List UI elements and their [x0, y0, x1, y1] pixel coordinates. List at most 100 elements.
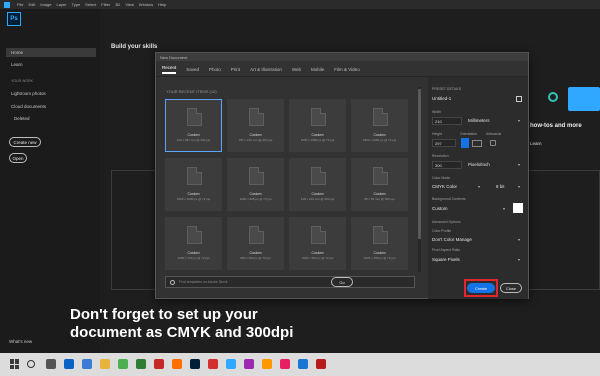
- tab-web[interactable]: Web: [292, 67, 301, 72]
- search-icon[interactable]: [27, 360, 35, 368]
- artboards-checkbox[interactable]: [490, 140, 496, 146]
- tab-art-illustration[interactable]: Art & Illustration: [250, 67, 282, 72]
- preset-details-heading: PRESET DETAILS: [432, 87, 462, 91]
- dialog-tabs: Recent Saved Photo Print Art & Illustrat…: [156, 62, 528, 77]
- recent-item-card[interactable]: Custom 210 x 297 mm @ 300 ppi: [165, 99, 222, 152]
- chrome-icon[interactable]: [118, 359, 128, 369]
- menu-image[interactable]: Image: [40, 2, 51, 7]
- recent-item-card[interactable]: Custom 1500 x 500 px @ 72 ppi: [289, 217, 346, 270]
- recent-item-card[interactable]: Custom 1920 x 1080 px @ 72 ppi: [351, 99, 408, 152]
- preset-details-panel: PRESET DETAILS Untitled-1 Width 210 Mill…: [428, 77, 528, 299]
- color-mode-label: Color Mode: [432, 176, 451, 180]
- close-button[interactable]: Close: [500, 283, 522, 293]
- ps-mini-icon: [4, 1, 10, 8]
- sidebar-item-cloud-docs[interactable]: Cloud documents: [11, 104, 46, 109]
- app-icon[interactable]: [64, 359, 74, 369]
- app-icon[interactable]: [280, 359, 290, 369]
- tab-film-video[interactable]: Film & Video: [334, 67, 359, 72]
- menu-bar: File Edit Image Layer Type Select Filter…: [0, 0, 600, 9]
- menu-3d[interactable]: 3D: [115, 2, 120, 7]
- sidebar-item-deleted[interactable]: Deleted: [14, 116, 30, 121]
- menu-edit[interactable]: Edit: [28, 2, 35, 7]
- menu-window[interactable]: Window: [139, 2, 153, 7]
- color-profile-select[interactable]: Don't Color Manage: [432, 237, 472, 242]
- menu-select[interactable]: Select: [85, 2, 96, 7]
- tab-print[interactable]: Print: [231, 67, 240, 72]
- app-icon[interactable]: [172, 359, 182, 369]
- recent-item-card[interactable]: Custom 800 x 600 px @ 72 ppi: [227, 217, 284, 270]
- recent-item-card[interactable]: Custom 1024 x 768 px @ 72 ppi: [351, 217, 408, 270]
- file-explorer-icon[interactable]: [100, 359, 110, 369]
- recent-item-card[interactable]: Custom 85 x 55 mm @ 300 ppi: [351, 158, 408, 211]
- menu-filter[interactable]: Filter: [101, 2, 110, 7]
- app-icon[interactable]: [154, 359, 164, 369]
- tab-saved[interactable]: Saved: [186, 67, 199, 72]
- open-button[interactable]: Open: [9, 153, 27, 163]
- color-profile-label: Color Profile: [432, 229, 452, 233]
- photoshop-taskbar-icon[interactable]: [190, 359, 200, 369]
- app-icon[interactable]: [82, 359, 92, 369]
- document-icon: [187, 226, 202, 244]
- tutorial-caption: Don't forget to set up your document as …: [70, 306, 550, 342]
- orientation-label: Orientation: [460, 132, 478, 136]
- background-color-swatch[interactable]: [513, 203, 523, 213]
- app-icon[interactable]: [136, 359, 146, 369]
- windows-start-icon[interactable]: [10, 359, 20, 369]
- app-icon[interactable]: [298, 359, 308, 369]
- new-document-dialog: New Document Recent Saved Photo Print Ar…: [155, 52, 529, 299]
- background-contents-select[interactable]: Custom: [432, 206, 448, 211]
- color-mode-select[interactable]: CMYK Color: [432, 184, 457, 189]
- pixel-aspect-select[interactable]: Square Pixels: [432, 257, 460, 262]
- app-icon[interactable]: [244, 359, 254, 369]
- resolution-input[interactable]: 300: [432, 161, 462, 169]
- width-input[interactable]: 210: [432, 117, 462, 125]
- task-view-icon[interactable]: [46, 359, 56, 369]
- create-button[interactable]: Create: [467, 283, 495, 293]
- app-icon[interactable]: [226, 359, 236, 369]
- bit-depth-select[interactable]: 8 bit: [496, 184, 505, 189]
- tab-recent[interactable]: Recent: [162, 65, 177, 74]
- tab-photo[interactable]: Photo: [209, 67, 221, 72]
- go-button[interactable]: Go: [331, 277, 353, 287]
- card-size: 1200 x 628 px @ 72 ppi: [239, 197, 272, 201]
- stock-search-input[interactable]: Find templates on Adobe Stock: [165, 276, 415, 288]
- tab-mobile[interactable]: Mobile: [311, 67, 324, 72]
- app-icon[interactable]: [208, 359, 218, 369]
- menu-type[interactable]: Type: [72, 2, 81, 7]
- sidebar-item-lightroom[interactable]: Lightroom photos: [11, 91, 46, 96]
- sidebar-item-learn[interactable]: Learn: [11, 62, 23, 67]
- app-icon[interactable]: [316, 359, 326, 369]
- menu-file[interactable]: File: [17, 2, 23, 7]
- menu-help[interactable]: Help: [158, 2, 166, 7]
- document-icon: [311, 226, 326, 244]
- recent-item-card[interactable]: Custom 148 x 210 mm @ 300 ppi: [289, 158, 346, 211]
- sidebar-item-home[interactable]: Home: [6, 48, 96, 57]
- card-size: 1920 x 1080 px @ 72 ppi: [362, 138, 397, 142]
- stock-search-placeholder: Find templates on Adobe Stock: [179, 280, 228, 284]
- portrait-orientation-icon[interactable]: [461, 138, 469, 148]
- recent-item-card[interactable]: Custom 1000 x 1000 px @ 72 ppi: [165, 158, 222, 211]
- grid-scroll-thumb[interactable]: [418, 89, 421, 239]
- card-title: Custom: [311, 133, 324, 137]
- landscape-orientation-icon[interactable]: [472, 140, 482, 147]
- card-size: 1500 x 500 px @ 72 ppi: [301, 256, 334, 260]
- resolution-units-select[interactable]: Pixels/Inch: [468, 162, 490, 167]
- promo-heading: how-tos and more: [530, 123, 582, 129]
- recent-item-card[interactable]: Custom 297 x 210 mm @ 300 ppi: [227, 99, 284, 152]
- menu-view[interactable]: View: [125, 2, 134, 7]
- document-name-field[interactable]: Untitled-1: [432, 96, 451, 101]
- recent-item-card[interactable]: Custom 1200 x 628 px @ 72 ppi: [227, 158, 284, 211]
- app-icon[interactable]: [262, 359, 272, 369]
- recent-item-card[interactable]: Custom 1080 x 1080 px @ 72 ppi: [289, 99, 346, 152]
- card-size: 1000 x 1000 px @ 72 ppi: [176, 197, 211, 201]
- save-preset-icon[interactable]: [516, 96, 522, 102]
- promo-learn-link[interactable]: Learn: [530, 141, 542, 146]
- height-input[interactable]: 297: [432, 139, 456, 147]
- menu-layer[interactable]: Layer: [56, 2, 66, 7]
- whats-new-link[interactable]: What's new: [9, 339, 32, 344]
- recent-item-card[interactable]: Custom 1280 x 720 px @ 72 ppi: [165, 217, 222, 270]
- units-select[interactable]: Millimeters: [468, 118, 490, 123]
- advanced-options-label[interactable]: Advanced Options: [432, 220, 461, 224]
- create-new-button[interactable]: Create new: [9, 137, 41, 147]
- chevron-down-icon: ▾: [478, 184, 481, 189]
